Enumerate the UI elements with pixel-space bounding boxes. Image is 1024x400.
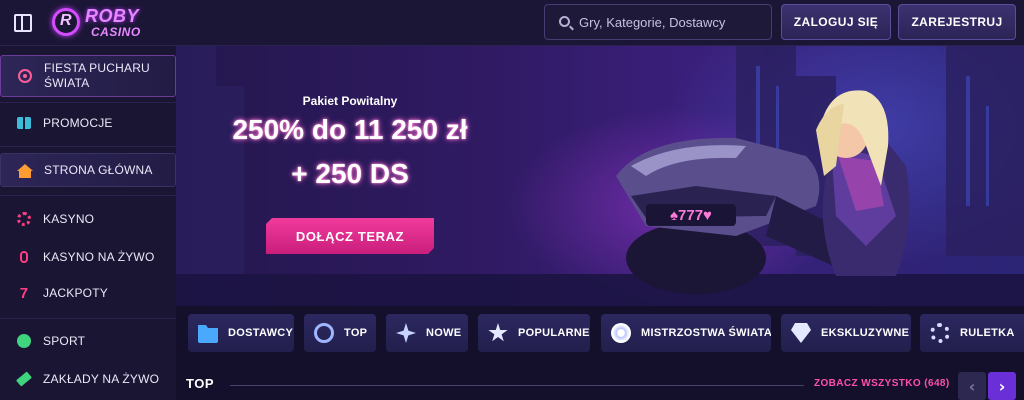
category-label: MISTRZOSTWA ŚWIATA	[641, 327, 771, 339]
section-divider	[230, 385, 804, 386]
sidebar-item-promotions[interactable]: PROMOCJE	[0, 108, 176, 138]
sidebar-item-label: ZAKŁADY NA ŻYWO	[43, 371, 160, 386]
ticket-icon	[16, 371, 32, 387]
join-now-button[interactable]: DOŁĄCZ TERAZ	[266, 218, 434, 254]
sidebar-item-world-cup-fiesta[interactable]: FIESTA PUCHARU ŚWIATA	[0, 55, 176, 97]
category-label: TOP	[344, 327, 368, 339]
sidebar-divider	[0, 318, 176, 319]
category-label: POPULARNE	[518, 327, 590, 339]
category-label: RULETKA	[960, 327, 1015, 339]
roby-casino-logo[interactable]: ROBY CASINO	[52, 6, 162, 40]
star-icon	[488, 323, 508, 342]
carousel-prev-button[interactable]: ‹	[958, 372, 986, 400]
sidebar-item-label: PROMOCJE	[43, 115, 113, 130]
sidebar-toggle-icon[interactable]	[14, 14, 32, 32]
sidebar-item-label: STRONA GŁÓWNA	[44, 162, 153, 177]
promo-headline-bonus: + 250 DS	[291, 158, 409, 189]
sidebar-item-sport[interactable]: SPORT	[0, 326, 176, 356]
chevron-left-icon: ‹	[968, 376, 976, 396]
sidebar-item-live-casino[interactable]: KASYNO NA ŻYWO	[0, 240, 176, 274]
diamond-icon	[791, 323, 811, 343]
sidebar-divider	[0, 102, 176, 103]
category-top[interactable]: TOP	[304, 314, 376, 352]
logo-mark-icon	[52, 8, 80, 36]
sidebar-item-live-betting[interactable]: ZAKŁADY NA ŻYWO	[0, 362, 176, 396]
roulette-icon	[930, 323, 950, 343]
sidebar: FIESTA PUCHARU ŚWIATA PROMOCJE STRONA GŁ…	[0, 46, 176, 400]
category-providers[interactable]: DOSTAWCY	[188, 314, 294, 352]
logo-text-casino: CASINO	[91, 25, 141, 39]
sidebar-item-label: JACKPOTY	[43, 285, 108, 300]
medal-icon	[314, 323, 334, 343]
sidebar-item-label: SPORT	[43, 333, 86, 348]
sidebar-item-jackpots[interactable]: 7 JACKPOTY	[0, 278, 176, 308]
casino-chip-icon	[17, 212, 31, 226]
category-bar: DOSTAWCY TOP NOWE POPULARNE MISTRZOSTWA …	[176, 306, 1024, 400]
search-input[interactable]	[579, 5, 767, 39]
register-button[interactable]: ZAREJESTRUJ	[898, 4, 1016, 40]
see-all-link[interactable]: ZOBACZ WSZYSTKO (648)	[814, 378, 950, 389]
promo-headline: 250% do 11 250 zł	[232, 114, 468, 145]
section-title: TOP	[186, 376, 214, 391]
folder-icon	[198, 325, 218, 343]
category-exclusive[interactable]: EKSKLUZYWNE	[781, 314, 911, 352]
football-icon	[18, 69, 32, 83]
sidebar-item-casino[interactable]: KASYNO	[0, 204, 176, 234]
login-button[interactable]: ZALOGUJ SIĘ	[781, 4, 891, 40]
bike-plate-text: ♠777♥	[670, 207, 712, 224]
category-roulette[interactable]: RULETKA	[920, 314, 1024, 352]
search-icon	[559, 16, 570, 27]
top-header: ROBY CASINO ZALOGUJ SIĘ ZAREJESTRUJ	[0, 0, 1024, 46]
sidebar-item-label: KASYNO NA ŻYWO	[43, 249, 155, 264]
category-popular[interactable]: POPULARNE	[478, 314, 590, 352]
promo-subtitle: Pakiet Powitalny	[302, 94, 398, 108]
home-icon	[17, 163, 33, 178]
category-label: EKSKLUZYWNE	[821, 327, 910, 339]
category-world-cup[interactable]: MISTRZOSTWA ŚWIATA	[601, 314, 771, 352]
gift-icon	[17, 117, 31, 129]
category-new[interactable]: NOWE	[386, 314, 468, 352]
sparkle-icon	[396, 323, 416, 343]
sidebar-item-label: FIESTA PUCHARU ŚWIATA	[44, 61, 150, 90]
category-label: DOSTAWCY	[228, 327, 294, 339]
sidebar-item-home[interactable]: STRONA GŁÓWNA	[0, 153, 176, 187]
chevron-right-icon: ›	[998, 376, 1006, 396]
carousel-next-button[interactable]: ›	[988, 372, 1016, 400]
microphone-icon	[20, 251, 28, 263]
seven-icon: 7	[19, 284, 29, 302]
sidebar-item-label: KASYNO	[43, 211, 95, 226]
category-label: NOWE	[426, 327, 462, 339]
sport-ball-icon	[17, 334, 31, 348]
sidebar-divider	[0, 195, 176, 196]
soccer-ball-icon	[611, 323, 631, 343]
search-box[interactable]	[544, 4, 772, 40]
welcome-banner[interactable]: ♠777♥ Pakiet Powitalny 250% do 11 250 zł…	[176, 46, 1024, 306]
sidebar-divider	[0, 146, 176, 147]
logo-text-roby: ROBY	[85, 6, 140, 26]
